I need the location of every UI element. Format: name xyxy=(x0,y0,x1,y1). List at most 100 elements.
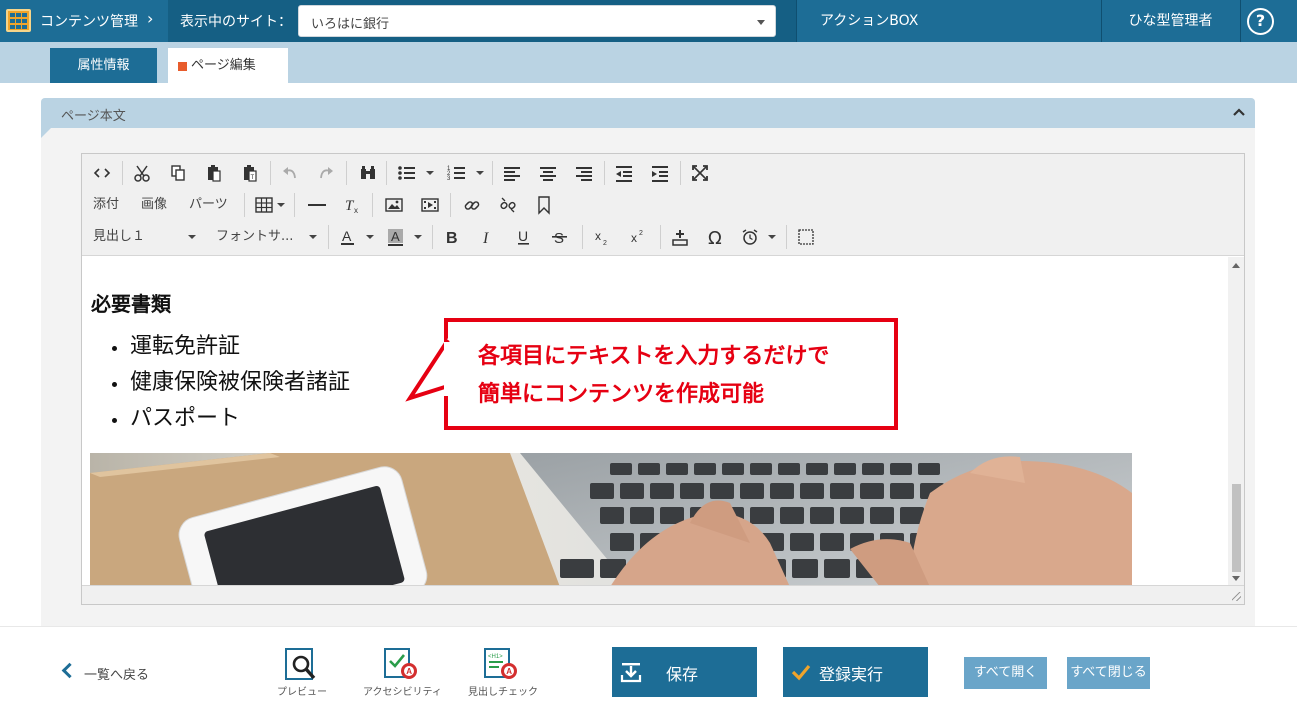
dropdown-icon[interactable] xyxy=(768,235,776,239)
divider xyxy=(122,161,123,185)
svg-text:2: 2 xyxy=(639,230,643,237)
divider xyxy=(582,225,583,249)
app-title[interactable]: コンテンツ管理 xyxy=(40,11,138,31)
collapse-all-button[interactable]: すべて閉じる xyxy=(1067,657,1150,689)
align-right-icon[interactable] xyxy=(574,162,594,184)
attach-button[interactable]: 添付 xyxy=(93,194,119,216)
alarm-clock-icon[interactable] xyxy=(740,226,760,248)
heading-check-label[interactable]: 見出しチェック xyxy=(468,683,538,698)
link-icon[interactable] xyxy=(462,194,482,216)
admin-menu[interactable]: ひな型管理者 xyxy=(1101,0,1240,42)
tab-page-edit[interactable]: ページ編集 xyxy=(168,48,288,83)
indent-icon[interactable] xyxy=(650,162,670,184)
find-icon[interactable] xyxy=(358,162,378,184)
svg-text:B: B xyxy=(446,230,458,247)
insert-media-icon[interactable] xyxy=(420,194,440,216)
text-color-icon[interactable]: A xyxy=(338,226,358,248)
divider xyxy=(294,193,295,217)
divider xyxy=(386,161,387,185)
unlink-icon[interactable] xyxy=(498,194,518,216)
paste-icon[interactable] xyxy=(204,162,224,184)
align-center-icon[interactable] xyxy=(538,162,558,184)
chevron-up-icon[interactable] xyxy=(1231,104,1247,120)
divider xyxy=(328,225,329,249)
tab-attributes[interactable]: 属性情報 xyxy=(50,48,157,83)
preview-icon[interactable] xyxy=(284,647,320,683)
accessibility-label[interactable]: アクセシビリティ xyxy=(363,683,442,698)
svg-text:3: 3 xyxy=(447,176,451,182)
panel-title: ページ本文 xyxy=(61,109,126,124)
save-button[interactable]: 保存 xyxy=(612,647,757,697)
insert-image-icon[interactable] xyxy=(384,194,404,216)
save-download-icon xyxy=(620,663,642,683)
panel-header[interactable]: ページ本文 xyxy=(41,98,1255,128)
chevron-left-icon[interactable] xyxy=(61,662,78,679)
maximize-icon[interactable] xyxy=(690,162,710,184)
image-button[interactable]: 画像 xyxy=(141,194,167,216)
remove-format-icon[interactable]: Tx xyxy=(342,194,362,216)
heading-check-icon[interactable]: <H1> A xyxy=(483,647,519,683)
grid-app-icon[interactable] xyxy=(6,9,31,32)
parts-button[interactable]: パーツ xyxy=(189,194,228,216)
outdent-icon[interactable] xyxy=(614,162,634,184)
scroll-down-icon[interactable] xyxy=(1232,576,1240,581)
dropdown-icon[interactable] xyxy=(188,235,196,239)
scroll-up-icon[interactable] xyxy=(1232,263,1240,268)
register-button[interactable]: 登録実行 xyxy=(783,647,928,697)
bookmark-icon[interactable] xyxy=(534,194,554,216)
dropdown-icon[interactable] xyxy=(309,235,317,239)
heading-select[interactable]: 見出し１ xyxy=(93,226,145,248)
show-blocks-icon[interactable] xyxy=(796,226,816,248)
dropdown-icon[interactable] xyxy=(414,235,422,239)
italic-icon[interactable]: I xyxy=(478,226,498,248)
help-icon[interactable]: ? xyxy=(1247,8,1274,35)
redo-icon[interactable] xyxy=(316,162,336,184)
list-item: 運転免許証 xyxy=(112,329,350,365)
action-box-button[interactable]: アクションBOX xyxy=(796,0,1101,42)
panel-notch xyxy=(41,128,51,138)
paste-text-icon[interactable]: T xyxy=(240,162,260,184)
subscript-icon[interactable]: x2 xyxy=(592,226,612,248)
font-size-select[interactable]: フォントサ... xyxy=(216,226,293,248)
dropdown-icon[interactable] xyxy=(476,171,484,175)
accessibility-check-icon[interactable]: A xyxy=(383,647,419,683)
laptop-photo-image[interactable] xyxy=(90,453,1132,585)
site-select[interactable]: いろはに銀行 xyxy=(298,5,776,37)
action-box-label: アクションBOX xyxy=(820,13,919,29)
special-character-icon[interactable]: Ω xyxy=(706,226,726,248)
dropdown-icon[interactable] xyxy=(426,171,434,175)
preview-label[interactable]: プレビュー xyxy=(277,683,327,698)
divider xyxy=(244,193,245,217)
checkmark-icon xyxy=(791,664,811,681)
svg-text:<H1>: <H1> xyxy=(488,654,503,660)
dropdown-icon[interactable] xyxy=(366,235,374,239)
expand-all-button[interactable]: すべて開く xyxy=(964,657,1047,689)
bullet-list-icon[interactable] xyxy=(396,162,418,184)
editor-status-bar xyxy=(82,585,1244,604)
strikethrough-icon[interactable]: S xyxy=(550,226,570,248)
resize-handle-icon[interactable] xyxy=(1232,592,1241,601)
divider xyxy=(492,161,493,185)
svg-text:x: x xyxy=(354,206,358,215)
divider xyxy=(270,161,271,185)
numbered-list-icon[interactable]: 123 xyxy=(446,162,468,184)
bold-icon[interactable]: B xyxy=(442,226,462,248)
table-icon[interactable] xyxy=(254,194,274,216)
source-code-icon[interactable] xyxy=(92,162,112,184)
horizontal-rule-icon[interactable] xyxy=(306,194,328,216)
insert-block-icon[interactable] xyxy=(670,226,690,248)
scroll-thumb[interactable] xyxy=(1232,484,1241,572)
undo-icon[interactable] xyxy=(280,162,300,184)
underline-icon[interactable]: U xyxy=(514,226,534,248)
superscript-icon[interactable]: x2 xyxy=(628,226,648,248)
align-left-icon[interactable] xyxy=(502,162,522,184)
background-color-icon[interactable]: A xyxy=(386,226,406,248)
copy-icon[interactable] xyxy=(168,162,188,184)
svg-text:A: A xyxy=(506,667,512,676)
divider xyxy=(372,193,373,217)
divider xyxy=(346,161,347,185)
editor-scrollbar[interactable] xyxy=(1228,257,1244,585)
dropdown-icon[interactable] xyxy=(277,203,285,207)
cut-icon[interactable] xyxy=(132,162,152,184)
back-to-list-link[interactable]: 一覧へ戻る xyxy=(84,664,149,683)
